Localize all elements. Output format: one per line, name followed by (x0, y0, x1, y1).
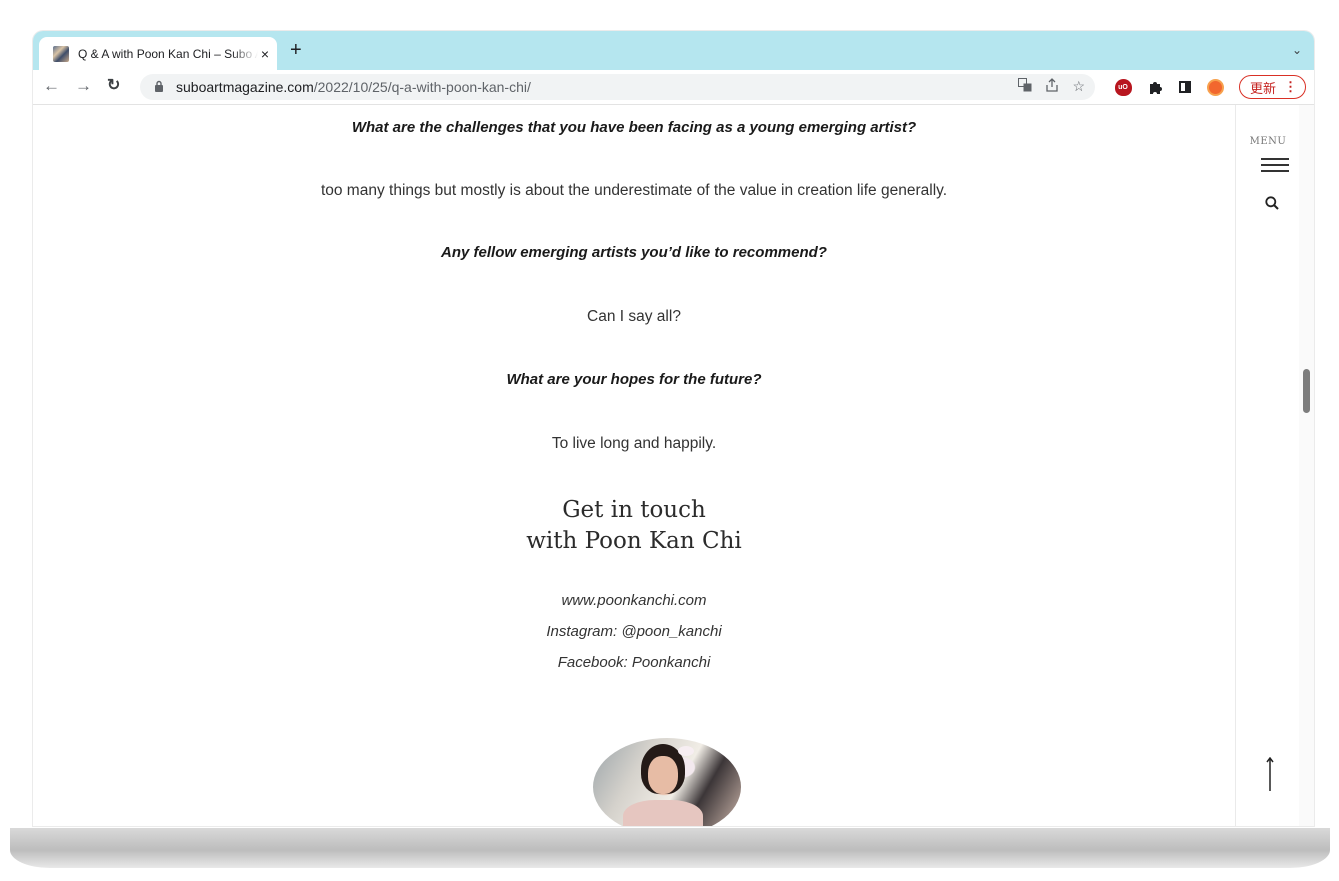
answer-1: too many things but mostly is about the … (320, 182, 948, 199)
question-3: What are your hopes for the future? (506, 371, 762, 388)
get-in-touch-line-1: Get in touch (562, 497, 706, 523)
get-in-touch-heading: Get in touch with Poon Kan Chi (33, 495, 1235, 557)
forward-arrow-icon[interactable]: → (75, 76, 92, 96)
omnibox-actions: ☆ (1018, 78, 1085, 95)
kebab-menu-icon[interactable]: ⋮ (1284, 79, 1297, 95)
url-text: suboartmagazine.com/2022/10/25/q-a-with-… (176, 79, 531, 95)
search-icon[interactable] (1265, 196, 1279, 210)
lock-icon[interactable] (154, 80, 164, 95)
update-button[interactable]: 更新 ⋮ (1239, 75, 1306, 99)
back-arrow-icon[interactable]: ← (43, 76, 60, 96)
tab-active[interactable]: Q & A with Poon Kan Chi – Subo Art Magaz… (39, 37, 277, 70)
new-tab-button[interactable]: + (290, 40, 302, 60)
address-bar[interactable]: suboartmagazine.com/2022/10/25/q-a-with-… (140, 74, 1095, 100)
update-label: 更新 (1250, 80, 1277, 96)
website-link[interactable]: www.poonkanchi.com (33, 585, 1235, 616)
photo-dress (623, 800, 703, 826)
answer-3: To live long and happily. (551, 435, 717, 452)
close-tab-icon[interactable]: × (261, 46, 269, 62)
site-sidebar: MENU (1235, 105, 1300, 826)
window-shadow (10, 828, 1330, 868)
site-favicon-icon (53, 45, 69, 62)
arrow-up-icon[interactable] (1266, 756, 1274, 795)
question-2: Any fellow emerging artists you’d like t… (441, 244, 827, 261)
url-path: /2022/10/25/q-a-with-poon-kan-chi/ (313, 79, 531, 95)
share-icon[interactable] (1046, 78, 1059, 95)
question-1: What are the challenges that you have be… (351, 119, 917, 136)
article-content: What are the challenges that you have be… (33, 105, 1235, 826)
tab-search-chevron-icon[interactable]: ⌄ (1292, 43, 1302, 57)
contact-links: www.poonkanchi.com Instagram: @poon_kanc… (33, 585, 1235, 678)
answer-2: Can I say all? (587, 308, 681, 325)
tab-strip: Q & A with Poon Kan Chi – Subo Art Magaz… (33, 31, 1314, 70)
profile-avatar-icon[interactable] (1205, 77, 1225, 97)
url-host: suboartmagazine.com (176, 79, 314, 95)
hamburger-icon[interactable] (1261, 158, 1289, 176)
web-page: What are the challenges that you have be… (33, 105, 1314, 826)
photo-bow (678, 746, 694, 756)
scrollbar[interactable] (1299, 105, 1314, 826)
scrollbar-thumb[interactable] (1303, 369, 1310, 413)
browser-toolbar: ← → ↻ suboartmagazine.com/2022/10/25/q-a… (33, 70, 1314, 105)
puzzle-icon[interactable] (1145, 77, 1165, 97)
artist-photo (593, 738, 741, 826)
tab-title: Q & A with Poon Kan Chi – Subo Art Magaz… (78, 46, 258, 61)
reload-icon[interactable]: ↻ (107, 76, 120, 96)
ublock-icon[interactable]: uO (1113, 77, 1133, 97)
browser-window: Q & A with Poon Kan Chi – Subo Art Magaz… (33, 31, 1314, 826)
instagram-link[interactable]: Instagram: @poon_kanchi (33, 616, 1235, 647)
translate-icon[interactable] (1018, 78, 1032, 95)
facebook-link[interactable]: Facebook: Poonkanchi (33, 647, 1235, 678)
menu-label[interactable]: MENU (1236, 136, 1300, 147)
photo-face (648, 756, 678, 794)
side-panel-icon[interactable] (1175, 77, 1195, 97)
get-in-touch-line-2: with Poon Kan Chi (526, 528, 742, 554)
bookmark-star-icon[interactable]: ☆ (1072, 78, 1085, 95)
